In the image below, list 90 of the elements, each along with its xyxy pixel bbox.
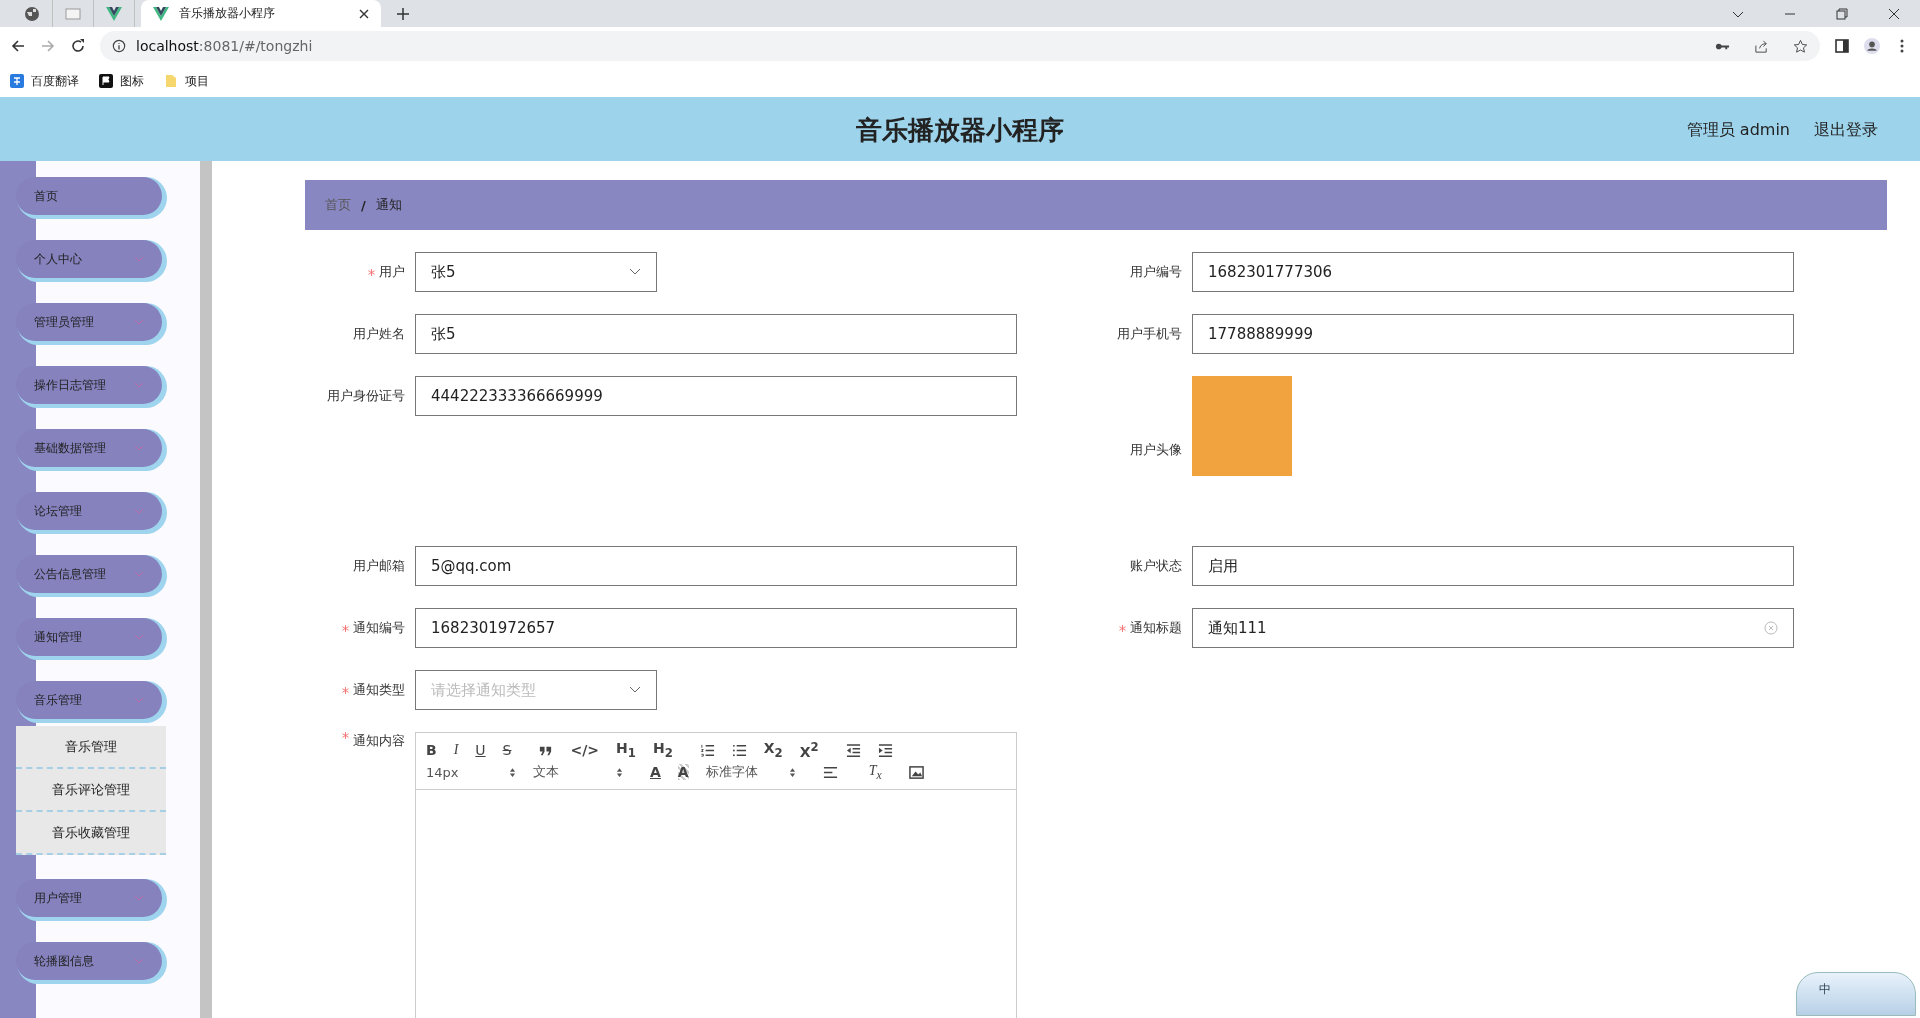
input-field[interactable]: 启用 bbox=[1192, 546, 1794, 586]
flag-icon bbox=[99, 74, 113, 88]
chevron-icon bbox=[134, 958, 144, 964]
globe-icon bbox=[24, 5, 40, 22]
bookmark[interactable]: 百度翻译 bbox=[10, 72, 79, 90]
ime-toolbar[interactable]: 中 bbox=[1796, 972, 1916, 1016]
submenu-item[interactable]: 音乐收藏管理 bbox=[16, 812, 166, 855]
info-icon bbox=[112, 39, 126, 53]
chevron-icon bbox=[134, 445, 144, 451]
address-field[interactable]: localhost:8081/#/tongzhi bbox=[100, 31, 1820, 61]
app-title: 音乐播放器小程序 bbox=[856, 113, 1064, 147]
v-logo-icon bbox=[106, 5, 122, 22]
toolbar-button[interactable]: X$_{2}$ bbox=[763, 740, 783, 760]
input-field[interactable]: 张5 bbox=[415, 314, 1017, 354]
folder-icon bbox=[164, 74, 178, 88]
chevron-icon bbox=[134, 895, 144, 901]
bold-button[interactable]: B bbox=[426, 742, 437, 758]
sort-arrows-icon bbox=[616, 766, 623, 778]
input-field[interactable]: 通知111 bbox=[1192, 608, 1794, 648]
underline-button[interactable]: U bbox=[475, 742, 486, 758]
logout-link[interactable]: 退出登录 bbox=[1814, 119, 1878, 141]
page-icon bbox=[65, 5, 81, 22]
field-label: 用户头像 bbox=[1130, 441, 1182, 459]
restore-icon[interactable] bbox=[1836, 7, 1848, 20]
bookmark[interactable]: 图标 bbox=[99, 72, 144, 90]
field-label: 通知类型 bbox=[353, 681, 405, 699]
sort-arrows-icon bbox=[788, 766, 796, 778]
tab-title: 音乐播放器小程序 bbox=[179, 5, 276, 22]
field-label: 账户状态 bbox=[1130, 557, 1182, 575]
bullet-list-icon[interactable] bbox=[731, 742, 747, 758]
font-color-button[interactable]: A bbox=[650, 764, 661, 780]
toolbar-select[interactable]: 标准字体 bbox=[705, 763, 796, 781]
toolbar-button[interactable]: X$^{2}$ bbox=[799, 740, 819, 760]
chevron-icon bbox=[134, 319, 144, 325]
profile-icon[interactable] bbox=[1864, 38, 1880, 54]
input-field[interactable]: 444222333366669999 bbox=[415, 376, 1017, 416]
field-label: 用户 bbox=[379, 263, 405, 281]
share-icon[interactable] bbox=[1754, 38, 1769, 54]
chevron-icon bbox=[134, 256, 144, 262]
input-field[interactable]: 17788889999 bbox=[1192, 314, 1794, 354]
close-icon[interactable] bbox=[359, 8, 369, 19]
chevron-down-icon bbox=[629, 686, 641, 694]
field-label: 通知内容 bbox=[353, 732, 405, 750]
chevron-icon bbox=[134, 508, 144, 514]
clear-format-button[interactable]: T$_{x}$ bbox=[868, 762, 882, 782]
reload-icon[interactable] bbox=[70, 38, 86, 54]
side-panel-icon[interactable] bbox=[1834, 38, 1850, 54]
breadcrumb-separator: / bbox=[361, 197, 366, 213]
input-field[interactable]: 1682301777306 bbox=[1192, 252, 1794, 292]
chevron-down-icon bbox=[629, 268, 641, 276]
numbered-list-icon[interactable] bbox=[699, 742, 715, 758]
toolbar-button[interactable]: </> bbox=[570, 742, 600, 758]
chevron-icon bbox=[134, 697, 144, 703]
field-label: 用户编号 bbox=[1130, 263, 1182, 281]
chevron-icon bbox=[134, 382, 144, 388]
strikethrough-button[interactable]: S bbox=[502, 742, 512, 758]
submenu-item[interactable]: 音乐评论管理 bbox=[16, 769, 166, 812]
field-label: 用户身份证号 bbox=[327, 387, 405, 405]
input-field[interactable]: 5@qq.com bbox=[415, 546, 1017, 586]
breadcrumb-link[interactable]: 通知 bbox=[375, 196, 402, 214]
toolbar-select[interactable]: 文本 bbox=[533, 763, 623, 781]
close-icon[interactable] bbox=[1888, 7, 1900, 20]
select-field[interactable]: 张5 bbox=[415, 252, 657, 292]
field-label: 通知标题 bbox=[1130, 619, 1182, 637]
star-icon[interactable] bbox=[1793, 38, 1808, 54]
italic-button[interactable]: I bbox=[453, 742, 459, 758]
toolbar-button[interactable]: H$_{2}$ bbox=[652, 740, 673, 760]
bookmark[interactable]: 项目 bbox=[164, 72, 209, 90]
field-label: 通知编号 bbox=[353, 619, 405, 637]
user-label: 管理员 admin bbox=[1686, 119, 1790, 141]
sort-arrows-icon bbox=[509, 766, 516, 778]
chevron-icon bbox=[134, 571, 144, 577]
indent-icon[interactable] bbox=[877, 742, 893, 758]
background-color-button[interactable]: A bbox=[677, 764, 689, 780]
browser-tab[interactable]: 音乐播放器小程序 bbox=[141, 0, 381, 27]
align-left-icon[interactable] bbox=[822, 764, 838, 780]
back-icon[interactable] bbox=[10, 38, 26, 54]
image-icon[interactable] bbox=[908, 764, 924, 780]
field-label: 用户邮箱 bbox=[353, 557, 405, 575]
toolbar-select[interactable]: 14px bbox=[426, 764, 516, 780]
field-label: 用户手机号 bbox=[1117, 325, 1182, 343]
toolbar-button[interactable]: H$_{1}$ bbox=[616, 740, 636, 760]
field-label: 用户姓名 bbox=[353, 325, 405, 343]
chevron-icon bbox=[134, 634, 144, 640]
v-logo-icon bbox=[153, 5, 169, 22]
input-field[interactable]: 1682301972657 bbox=[415, 608, 1017, 648]
outdent-icon[interactable] bbox=[845, 742, 861, 758]
new-tab-icon[interactable] bbox=[397, 7, 409, 20]
translate-icon bbox=[10, 74, 24, 88]
submenu-item[interactable]: 音乐管理 bbox=[16, 726, 166, 769]
